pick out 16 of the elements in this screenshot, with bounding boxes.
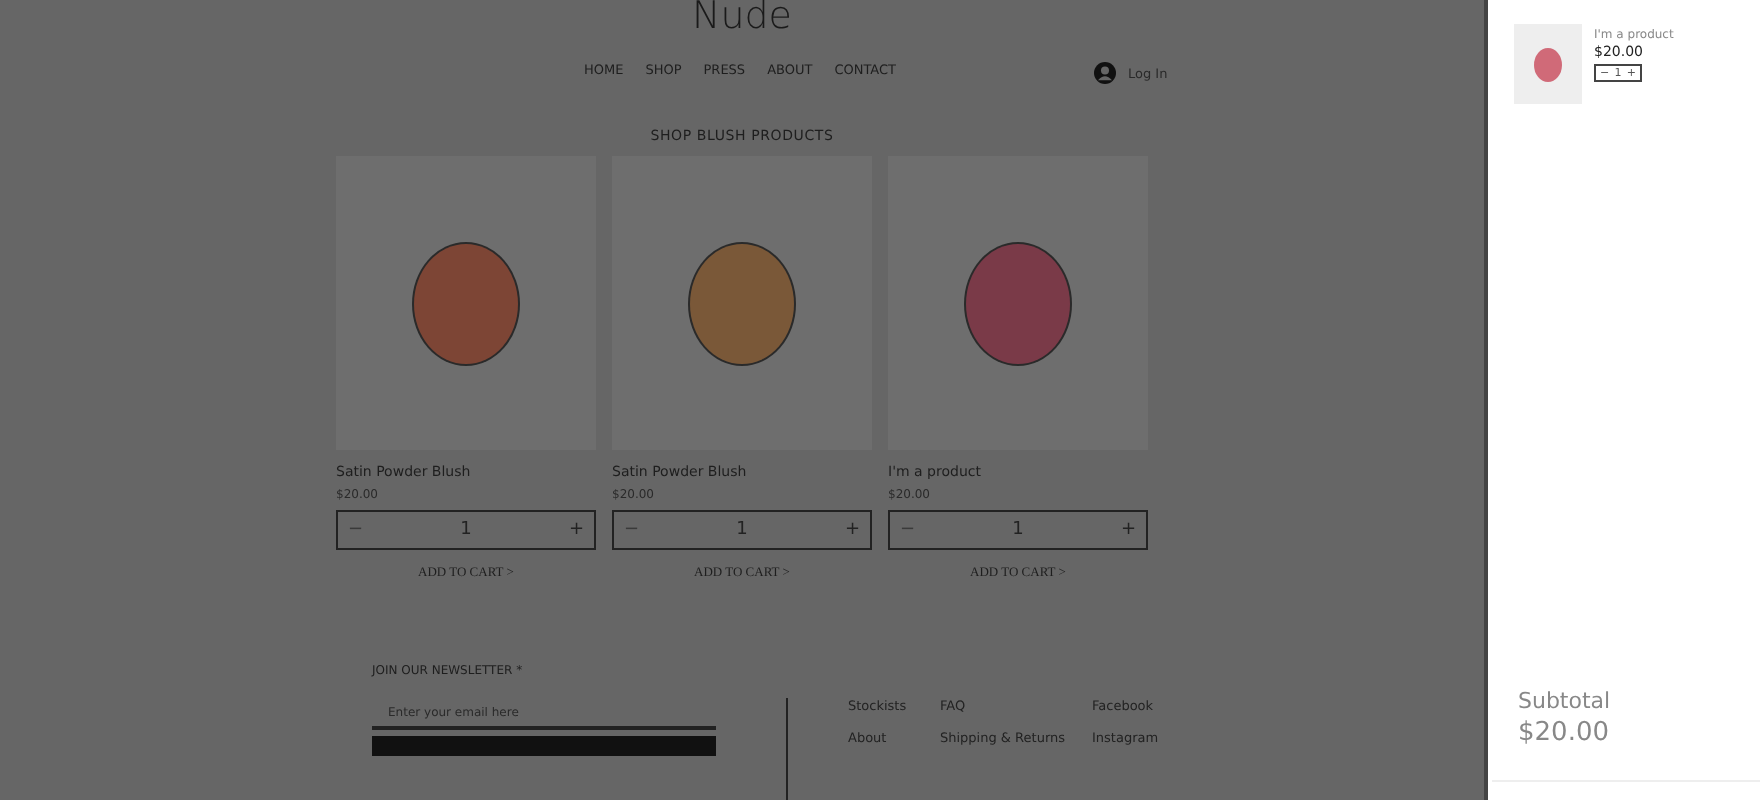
decrease-button[interactable]: −	[900, 520, 916, 540]
quantity-value: 1	[1012, 520, 1024, 540]
decrease-button[interactable]: −	[348, 520, 364, 540]
subscribe-button[interactable]	[372, 736, 716, 756]
product-image[interactable]	[888, 156, 1148, 450]
subtotal-value: $20.00	[1518, 718, 1611, 748]
product-image[interactable]	[612, 156, 872, 450]
subtotal-label: Subtotal	[1518, 688, 1613, 714]
user-icon[interactable]	[1094, 62, 1116, 84]
quantity-value: 1	[736, 520, 748, 540]
increase-button[interactable]: +	[568, 520, 584, 540]
increase-button[interactable]: +	[844, 520, 860, 540]
increase-button[interactable]: +	[1120, 520, 1136, 540]
decrease-button[interactable]: −	[624, 520, 640, 540]
product-image[interactable]	[336, 156, 596, 450]
quantity-value: 1	[460, 520, 472, 540]
